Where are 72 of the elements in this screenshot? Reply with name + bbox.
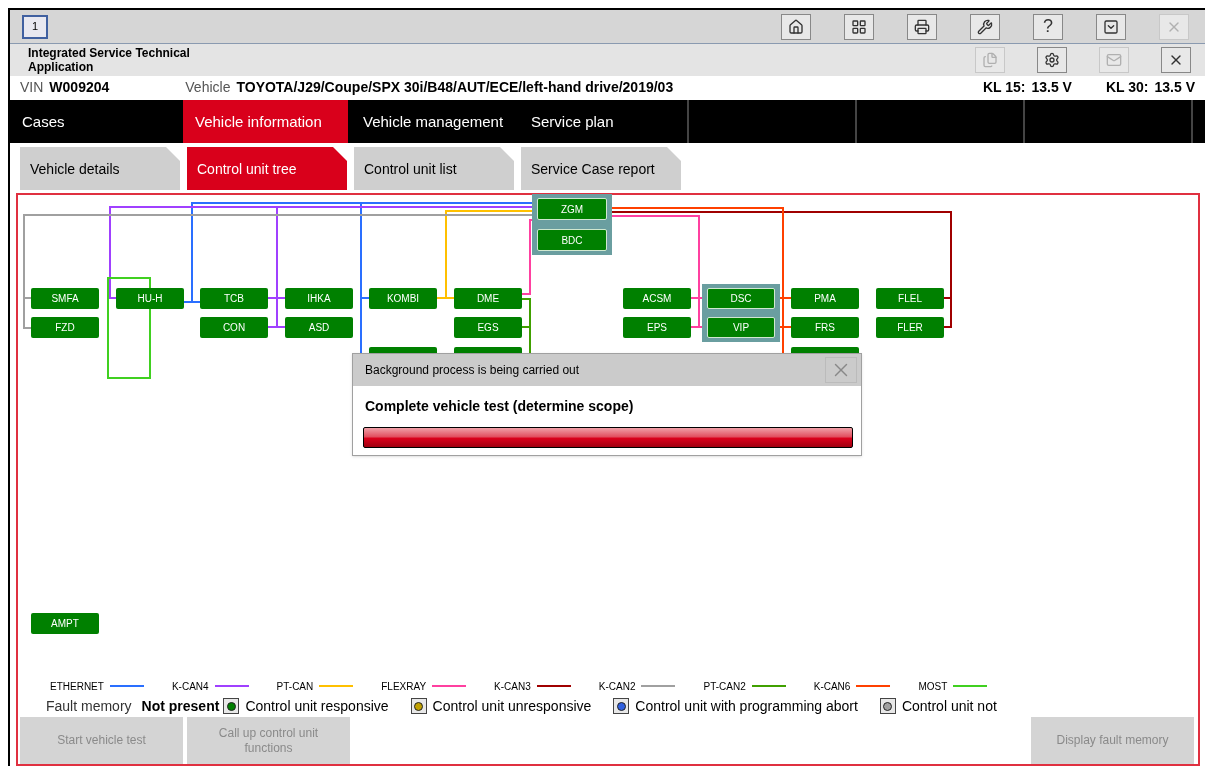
- toolbar-button[interactable]: [1037, 47, 1067, 73]
- dialog-title: Background process is being carried out: [365, 362, 580, 379]
- control-unit-node[interactable]: ACSM: [623, 288, 691, 309]
- control-unit-node[interactable]: TCB: [200, 288, 268, 309]
- dialog-message: Complete vehicle test (determine scope): [365, 397, 635, 416]
- vehicle-label: Vehicle: [185, 77, 231, 97]
- toolbar-button[interactable]: [781, 13, 811, 40]
- toolbar-icon: [851, 18, 867, 35]
- sub-tab[interactable]: Control unit list: [354, 147, 514, 190]
- status-legend-icon: [410, 698, 427, 714]
- fault-memory-value: Not present: [141, 696, 220, 716]
- fault-memory-label: Fault memory: [46, 696, 132, 716]
- status-legend-icon: [613, 698, 630, 714]
- bus-legend-label: FLEXRAY: [381, 679, 427, 694]
- control-unit-node[interactable]: AMPT: [31, 613, 99, 634]
- bus-legend-label: K-CAN3: [494, 679, 531, 694]
- status-legend-label: Control unit unresponsive: [432, 696, 592, 716]
- kl30-value: 13.5 V: [1154, 77, 1195, 97]
- toolbar-button[interactable]: [970, 13, 1000, 40]
- toolbar-icon: [977, 18, 993, 35]
- status-legend-label: Control unit with programming abort: [635, 696, 858, 716]
- control-unit-node[interactable]: ZGM: [537, 198, 607, 220]
- kl30-label: KL 30:: [1105, 77, 1149, 97]
- toolbar-icon: [914, 18, 930, 35]
- control-unit-node[interactable]: DSC: [707, 288, 775, 309]
- toolbar-icon: [1044, 52, 1060, 68]
- vin-label: VIN: [20, 77, 44, 97]
- app-title: Integrated Service Technical Application: [28, 46, 191, 74]
- bus-legend-label: ETHERNET: [50, 679, 104, 694]
- control-unit-node[interactable]: BDC: [537, 229, 607, 251]
- window-button[interactable]: 1: [22, 14, 48, 39]
- bus-legend-label: K-CAN2: [598, 679, 636, 694]
- status-legend-label: Control unit responsive: [245, 696, 389, 716]
- control-unit-node[interactable]: EGS: [454, 317, 522, 338]
- toolbar-icon: [1103, 18, 1119, 35]
- control-unit-node[interactable]: PMA: [791, 288, 859, 309]
- control-unit-node[interactable]: EPS: [623, 317, 691, 338]
- vin-value: W009204: [49, 77, 110, 97]
- toolbar-icon: [788, 18, 804, 35]
- bus-legend-label: PT-CAN: [276, 679, 314, 694]
- bus-legend-label: PT-CAN2: [703, 679, 746, 694]
- sub-tab[interactable]: Vehicle details: [20, 147, 180, 190]
- status-legend-label: Control unit not: [901, 696, 997, 716]
- help-button[interactable]: ?: [1033, 13, 1063, 40]
- control-unit-node[interactable]: FLER: [876, 317, 944, 338]
- toolbar-icon: [982, 52, 998, 68]
- control-unit-node[interactable]: KOMBI: [369, 288, 437, 309]
- control-unit-node[interactable]: VIP: [707, 317, 775, 338]
- kl15-label: KL 15:: [982, 77, 1026, 97]
- bus-legend-label: MOST: [918, 679, 948, 694]
- control-unit-node[interactable]: FZD: [31, 317, 99, 338]
- sub-tab[interactable]: Control unit tree: [187, 147, 347, 190]
- control-unit-node[interactable]: FLEL: [876, 288, 944, 309]
- kl15-value: 13.5 V: [1031, 77, 1072, 97]
- control-unit-node[interactable]: CON: [200, 317, 268, 338]
- control-unit-node[interactable]: HU-H: [116, 288, 184, 309]
- bus-legend-label: K-CAN6: [813, 679, 851, 694]
- bus-legend-label: K-CAN4: [171, 679, 209, 694]
- status-legend-icon: [223, 698, 240, 714]
- control-unit-node[interactable]: ASD: [285, 317, 353, 338]
- status-legend-icon: [879, 698, 896, 714]
- vehicle-value: TOYOTA/J29/Coupe/SPX 30i/B48/AUT/ECE/left-hand drive/2019/03: [236, 77, 674, 97]
- control-unit-node[interactable]: IHKA: [285, 288, 353, 309]
- main-tab[interactable]: Vehicle information: [183, 100, 348, 143]
- control-unit-node[interactable]: SMFA: [31, 288, 99, 309]
- toolbar-button[interactable]: [1096, 13, 1126, 40]
- toolbar-icon: [1106, 52, 1122, 68]
- toolbar-button[interactable]: [907, 13, 937, 40]
- sub-tab[interactable]: Service Case report: [521, 147, 681, 190]
- control-unit-node[interactable]: DME: [454, 288, 522, 309]
- toolbar-button[interactable]: [844, 13, 874, 40]
- control-unit-node[interactable]: FRS: [791, 317, 859, 338]
